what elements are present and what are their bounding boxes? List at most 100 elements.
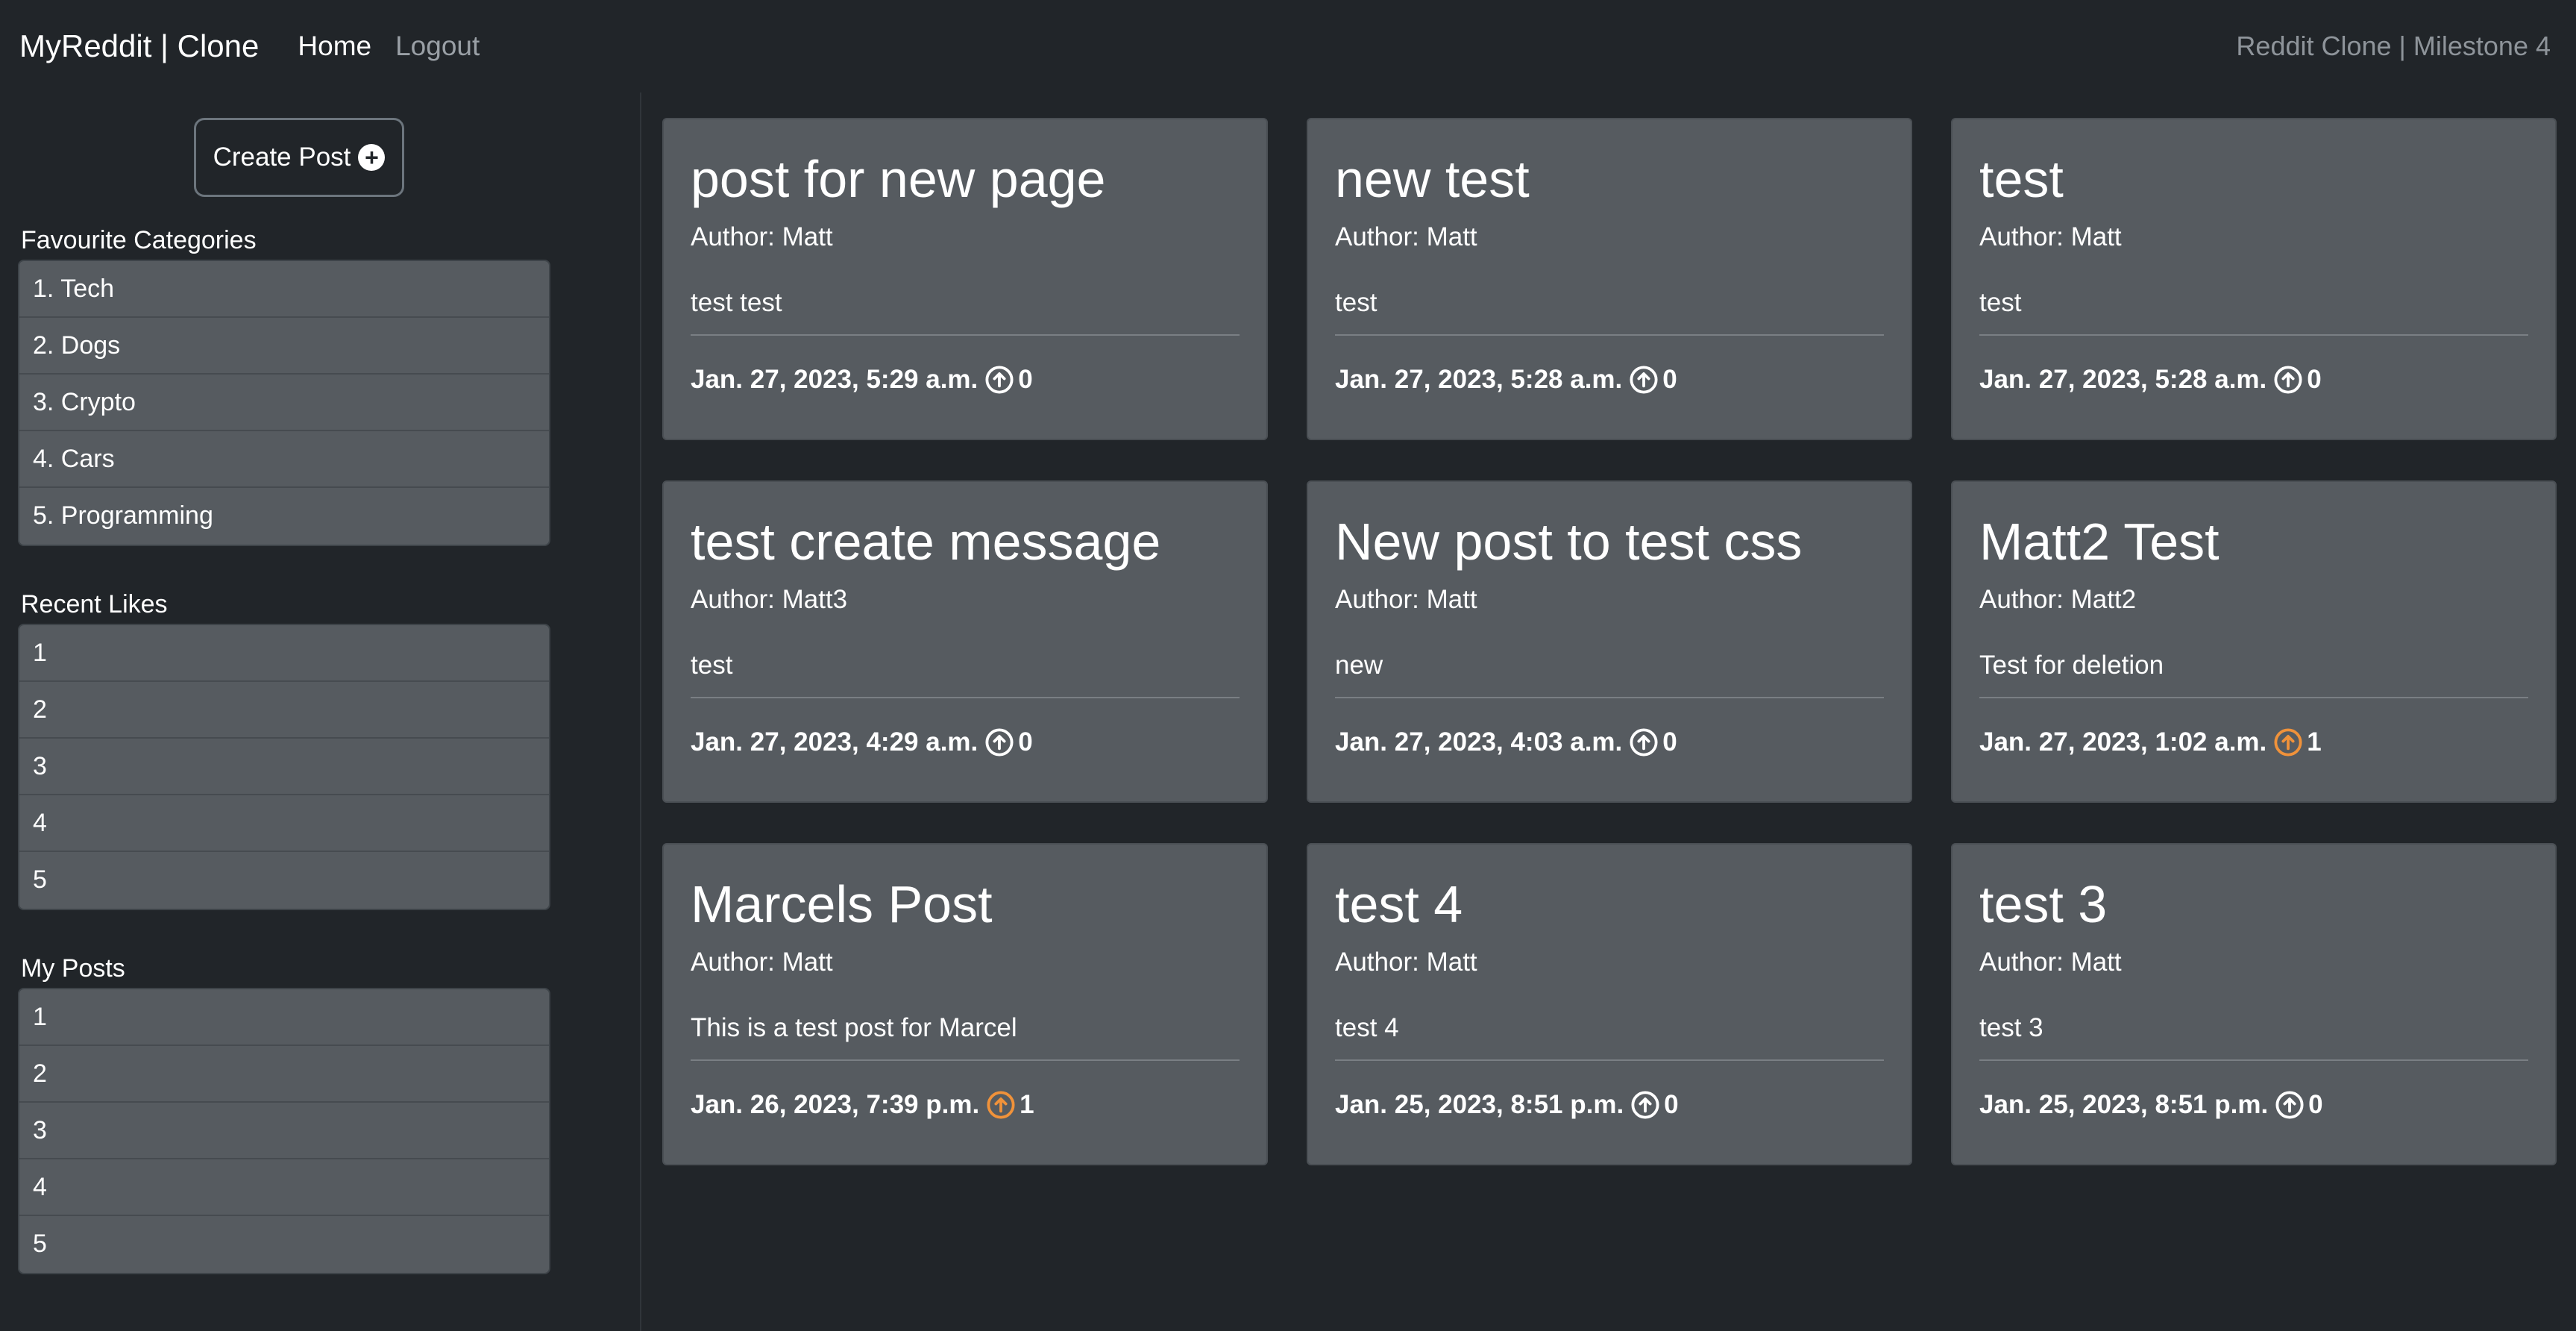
category-item[interactable]: 1. Tech [19, 261, 549, 318]
my-post-item[interactable]: 5 [19, 1216, 549, 1273]
like-count: 1 [2307, 727, 2322, 757]
recent-likes-list: 1 2 3 4 5 [18, 624, 550, 910]
post-body: Test for deletion [1979, 651, 2164, 680]
post-body: new [1335, 651, 1383, 680]
my-post-item[interactable]: 2 [19, 1046, 549, 1103]
post-card[interactable]: test create message Author: Matt3 test J… [662, 480, 1268, 803]
category-item[interactable]: 4. Cars [19, 431, 549, 488]
post-author: Author: Matt [1979, 222, 2122, 251]
my-post-item[interactable]: 4 [19, 1159, 549, 1216]
post-card[interactable]: New post to test css Author: Matt new Ja… [1307, 480, 1912, 803]
arrow-up-circle-icon[interactable] [2274, 366, 2302, 394]
card-divider [1979, 334, 2528, 336]
recent-like-item[interactable]: 5 [19, 852, 549, 909]
create-post-label: Create Post [213, 143, 351, 172]
arrow-up-circle-icon[interactable] [1630, 728, 1658, 757]
card-divider [1335, 1059, 1884, 1061]
post-title[interactable]: Marcels Post [691, 873, 1240, 936]
like-count: 1 [1020, 1090, 1034, 1119]
post-body: test [691, 651, 733, 680]
post-body: This is a test post for Marcel [691, 1013, 1017, 1042]
my-post-item[interactable]: 3 [19, 1103, 549, 1159]
post-title[interactable]: New post to test css [1335, 510, 1884, 573]
category-item[interactable]: 2. Dogs [19, 318, 549, 375]
like-count: 0 [1662, 727, 1677, 757]
arrow-up-circle-icon[interactable] [2275, 1091, 2304, 1119]
my-posts-heading: My Posts [21, 954, 125, 983]
recent-like-item[interactable]: 1 [19, 625, 549, 682]
post-author: Author: Matt [691, 222, 833, 251]
like-count: 0 [1662, 365, 1677, 394]
post-title[interactable]: Matt2 Test [1979, 510, 2528, 573]
post-body: test test [691, 288, 782, 317]
post-title[interactable]: post for new page [691, 148, 1240, 210]
brand-link[interactable]: MyReddit | Clone [19, 28, 259, 64]
arrow-up-circle-icon[interactable] [985, 366, 1014, 394]
recent-likes-heading: Recent Likes [21, 590, 168, 618]
arrow-up-circle-icon[interactable] [2274, 728, 2302, 757]
post-card[interactable]: test 4 Author: Matt test 4 Jan. 25, 2023… [1307, 843, 1912, 1165]
navbar-right-text: Reddit Clone | Milestone 4 [2236, 31, 2551, 61]
card-divider [691, 1059, 1240, 1061]
nav-logout-link[interactable]: Logout [395, 31, 480, 62]
category-item[interactable]: 5. Programming [19, 488, 549, 545]
post-author: Author: Matt [1979, 948, 2122, 977]
post-footer: Jan. 27, 2023, 4:29 a.m. 0 [691, 727, 1240, 758]
post-title[interactable]: test 3 [1979, 873, 2528, 936]
post-footer: Jan. 25, 2023, 8:51 p.m. 0 [1979, 1089, 2528, 1121]
post-footer: Jan. 27, 2023, 1:02 a.m. 1 [1979, 727, 2528, 758]
recent-like-item[interactable]: 4 [19, 795, 549, 852]
card-divider [1335, 697, 1884, 698]
post-footer: Jan. 27, 2023, 4:03 a.m. 0 [1335, 727, 1884, 758]
like-count: 0 [1664, 1090, 1679, 1119]
post-card[interactable]: Marcels Post Author: Matt This is a test… [662, 843, 1268, 1165]
post-card[interactable]: Matt2 Test Author: Matt2 Test for deleti… [1951, 480, 2557, 803]
like-count: 0 [1018, 727, 1033, 757]
post-footer: Jan. 26, 2023, 7:39 p.m. 1 [691, 1089, 1240, 1121]
post-footer: Jan. 25, 2023, 8:51 p.m. 0 [1335, 1089, 1884, 1121]
create-post-button[interactable]: Create Post + [194, 118, 404, 197]
post-footer: Jan. 27, 2023, 5:29 a.m. 0 [691, 364, 1240, 395]
post-date: Jan. 27, 2023, 5:29 a.m. [691, 365, 978, 394]
post-body: test 4 [1335, 1013, 1399, 1042]
my-post-item[interactable]: 1 [19, 989, 549, 1046]
post-title[interactable]: test create message [691, 510, 1240, 573]
post-date: Jan. 26, 2023, 7:39 p.m. [691, 1090, 980, 1119]
navbar: MyReddit | Clone Home Logout Reddit Clon… [0, 0, 2576, 93]
recent-likes-section: Recent Likes 1 2 3 4 5 [18, 589, 550, 910]
card-divider [1979, 697, 2528, 698]
post-date: Jan. 27, 2023, 4:29 a.m. [691, 727, 978, 757]
category-item[interactable]: 3. Crypto [19, 375, 549, 431]
card-divider [1335, 334, 1884, 336]
like-count: 0 [2307, 365, 2322, 394]
like-count: 0 [1018, 365, 1033, 394]
post-card[interactable]: test 3 Author: Matt test 3 Jan. 25, 2023… [1951, 843, 2557, 1165]
arrow-up-circle-icon[interactable] [1630, 366, 1658, 394]
post-date: Jan. 27, 2023, 4:03 a.m. [1335, 727, 1623, 757]
post-title[interactable]: test [1979, 148, 2528, 210]
post-body: test [1335, 288, 1377, 317]
my-posts-list: 1 2 3 4 5 [18, 988, 550, 1274]
arrow-up-circle-icon[interactable] [1631, 1091, 1659, 1119]
post-card[interactable]: new test Author: Matt test Jan. 27, 2023… [1307, 118, 1912, 440]
post-author: Author: Matt2 [1979, 585, 2137, 614]
arrow-up-circle-icon[interactable] [985, 728, 1014, 757]
post-card[interactable]: post for new page Author: Matt test test… [662, 118, 1268, 440]
like-count: 0 [2308, 1090, 2323, 1119]
post-date: Jan. 27, 2023, 1:02 a.m. [1979, 727, 2267, 757]
post-footer: Jan. 27, 2023, 5:28 a.m. 0 [1979, 364, 2528, 395]
post-title[interactable]: test 4 [1335, 873, 1884, 936]
post-author: Author: Matt [691, 948, 833, 977]
recent-like-item[interactable]: 2 [19, 682, 549, 739]
post-author: Author: Matt [1335, 585, 1477, 614]
favourite-categories-heading: Favourite Categories [21, 226, 257, 254]
favourite-categories-list: 1. Tech 2. Dogs 3. Crypto 4. Cars 5. Pro… [18, 260, 550, 546]
nav-home-link[interactable]: Home [298, 31, 371, 62]
post-card[interactable]: test Author: Matt test Jan. 27, 2023, 5:… [1951, 118, 2557, 440]
post-title[interactable]: new test [1335, 148, 1884, 210]
post-author: Author: Matt [1335, 222, 1477, 251]
recent-like-item[interactable]: 3 [19, 739, 549, 795]
post-body: test [1979, 288, 2022, 317]
arrow-up-circle-icon[interactable] [987, 1091, 1015, 1119]
post-author: Author: Matt3 [691, 585, 848, 614]
